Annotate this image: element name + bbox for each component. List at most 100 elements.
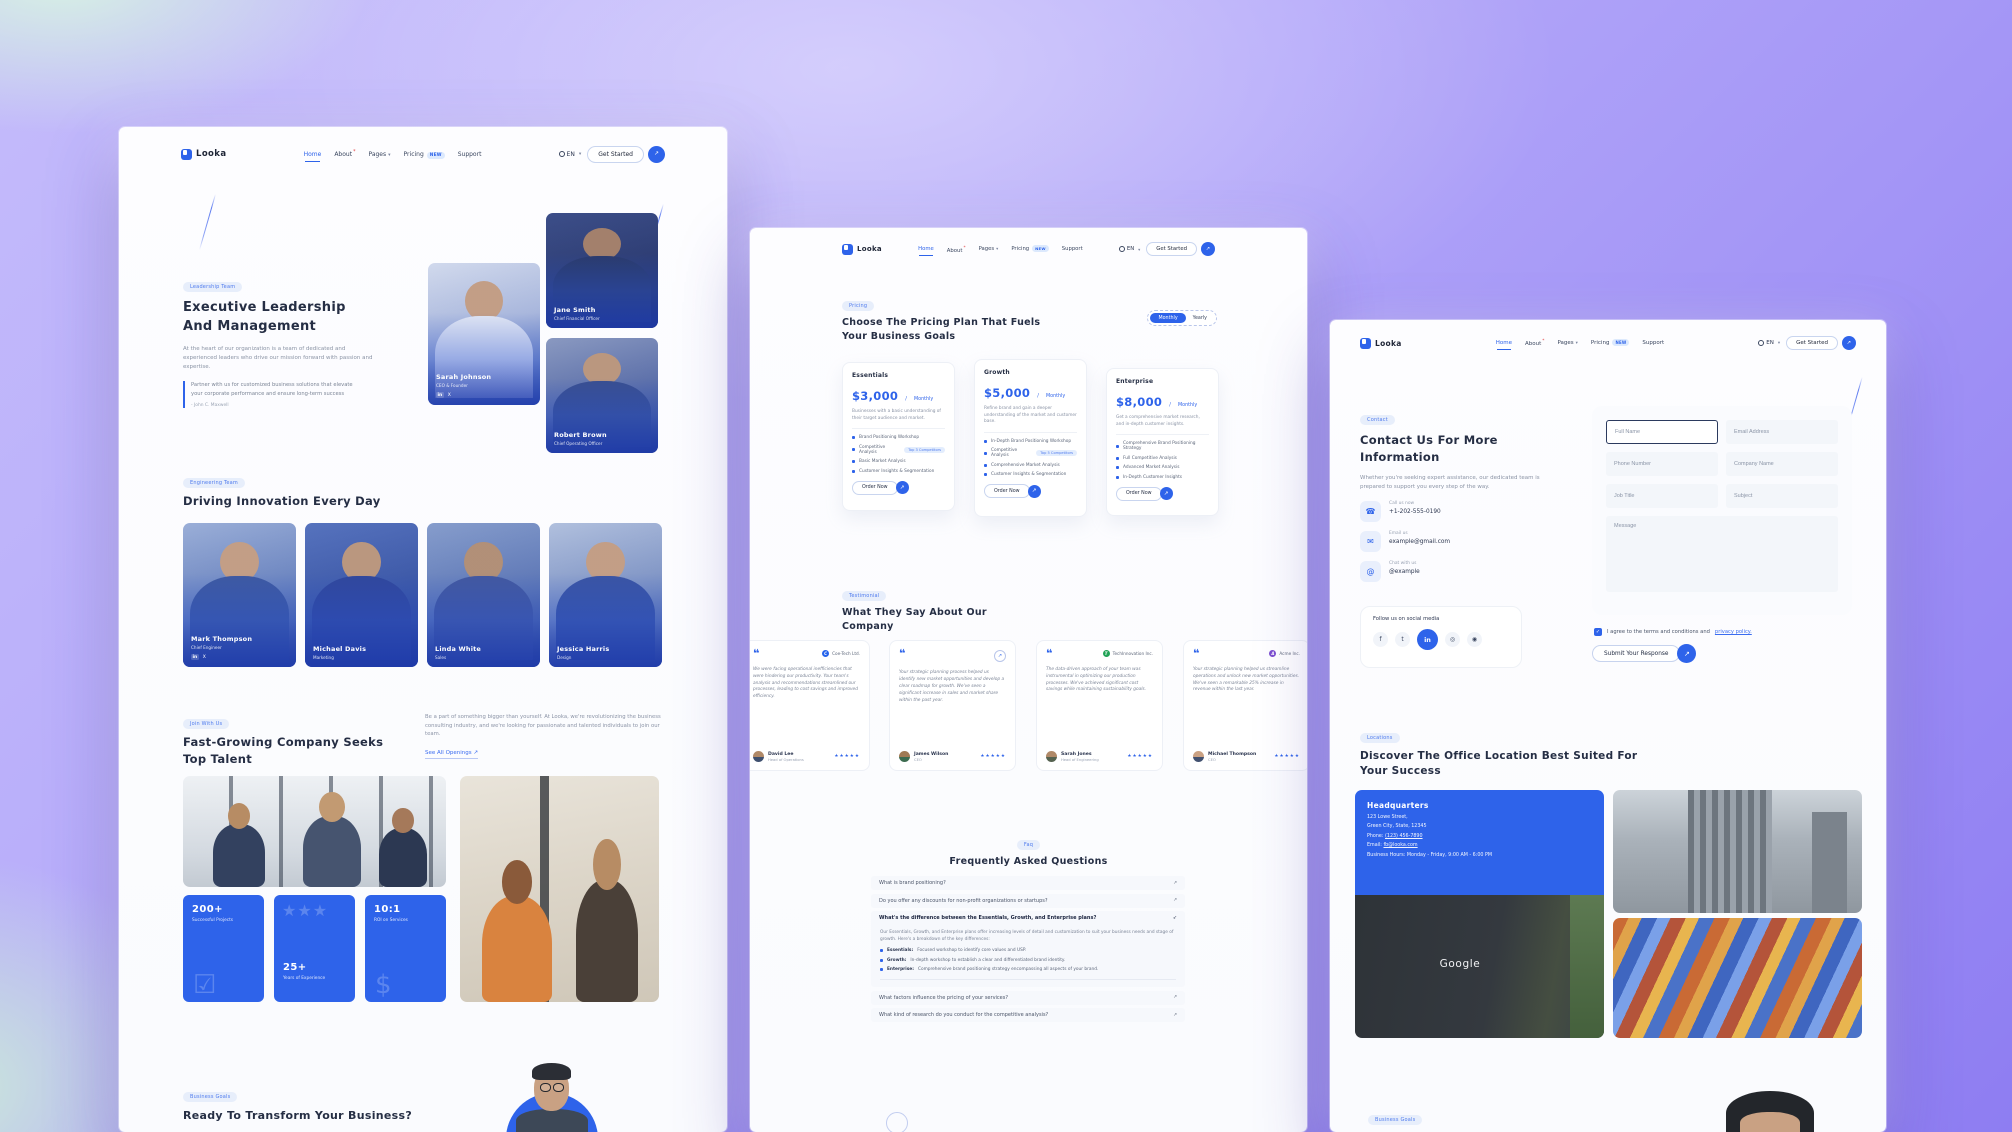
faq-item-expanded[interactable]: What's the difference between the Essent… xyxy=(871,911,1185,925)
order-now-button[interactable]: Order Now xyxy=(852,481,898,495)
language-selector[interactable]: EN▾ xyxy=(1119,246,1140,252)
team-card[interactable]: Mark Thompson Chief Engineer inX xyxy=(183,523,296,667)
new-badge: NEW xyxy=(1032,245,1049,252)
get-started-button[interactable]: Get Started xyxy=(1146,242,1197,256)
email-field[interactable] xyxy=(1726,420,1838,444)
testimonial-text: Your strategic planning process helped u… xyxy=(899,670,1006,704)
get-started-button[interactable]: Get Started xyxy=(587,146,644,163)
partial-logo-circle xyxy=(886,1112,908,1132)
team-card[interactable]: Robert Brown Chief Operating Officer xyxy=(546,338,658,453)
nav-item-home[interactable]: Home xyxy=(304,151,322,158)
phone-field[interactable] xyxy=(1606,452,1718,476)
instagram-icon[interactable]: ◎ xyxy=(1445,632,1460,647)
nav-item-support[interactable]: Support xyxy=(1062,246,1083,252)
arrow-circle-button[interactable]: ↗ xyxy=(896,481,909,494)
get-started-button[interactable]: Get Started xyxy=(1786,336,1838,350)
nav-item-about[interactable]: About* xyxy=(1525,339,1544,347)
member-role: Chief Engineer xyxy=(191,645,252,650)
language-selector[interactable]: EN▾ xyxy=(1758,340,1780,346)
nav-item-pricing[interactable]: PricingNEW xyxy=(1591,340,1630,346)
faq-item[interactable]: What is brand positioning?↗ xyxy=(871,876,1185,890)
linkedin-icon[interactable]: in xyxy=(1417,629,1438,650)
privacy-policy-link[interactable]: privacy policy. xyxy=(1715,629,1752,635)
arrow-circle-button[interactable]: ↗ xyxy=(1028,485,1041,498)
billing-toggle[interactable]: Monthly Yearly xyxy=(1147,310,1217,326)
navbar: Looka Home About* Pages▾ PricingNEW Supp… xyxy=(750,228,1307,270)
section-badge: Business Goals xyxy=(183,1092,237,1102)
logo[interactable]: Looka xyxy=(842,244,882,255)
x-icon[interactable]: X xyxy=(203,655,206,660)
x-icon[interactable]: X xyxy=(448,393,451,398)
testimonial-card: ❝ ↗ Your strategic planning process help… xyxy=(889,640,1016,771)
nav-item-pricing[interactable]: PricingNEW xyxy=(404,151,445,158)
section-title: Contact Us For More Information xyxy=(1360,432,1545,465)
member-name: Michael Davis xyxy=(313,645,366,653)
team-card[interactable]: Jessica Harris Design xyxy=(549,523,662,667)
method-value[interactable]: +1-202-555-0190 xyxy=(1389,509,1441,515)
logo[interactable]: Looka xyxy=(181,149,226,160)
arrow-circle-button[interactable]: ↗ xyxy=(1842,336,1856,350)
nav-item-pricing[interactable]: PricingNEW xyxy=(1011,246,1048,252)
submit-button[interactable]: Submit Your Response xyxy=(1592,645,1680,662)
logo[interactable]: Looka xyxy=(1360,338,1402,349)
agree-checkbox[interactable]: ✓ xyxy=(1594,628,1602,636)
linkedin-icon[interactable]: in xyxy=(191,654,199,660)
carousel-arrow-button[interactable]: ↗ xyxy=(994,650,1006,662)
toggle-yearly[interactable]: Yearly xyxy=(1186,313,1214,323)
language-selector[interactable]: EN▾ xyxy=(559,151,582,158)
nav-menu: Home About* Pages▾ PricingNEW Support xyxy=(304,150,482,158)
nav-item-support[interactable]: Support xyxy=(1642,340,1664,346)
nav-item-pages[interactable]: Pages▾ xyxy=(979,246,999,252)
order-now-button[interactable]: Order Now xyxy=(984,484,1030,498)
nav-item-about[interactable]: About* xyxy=(947,245,966,254)
office-email-link[interactable]: fb@looka.com xyxy=(1383,843,1417,848)
see-all-openings-link[interactable]: See All Openings ↗ xyxy=(425,750,478,759)
arrow-circle-button[interactable]: ↗ xyxy=(1677,644,1696,663)
nav-item-support[interactable]: Support xyxy=(458,151,482,158)
facebook-icon[interactable]: f xyxy=(1373,632,1388,647)
nav-item-home[interactable]: Home xyxy=(1496,340,1512,346)
nav-pages-label: Pages xyxy=(368,151,386,158)
nav-item-about[interactable]: About* xyxy=(334,150,355,158)
navbar: Looka Home About* Pages▾ PricingNEW Supp… xyxy=(119,127,727,181)
section-description: Whether you're seeking expert assistance… xyxy=(1360,474,1565,492)
method-value[interactable]: @example xyxy=(1389,569,1420,575)
chevron-down-icon: ▾ xyxy=(388,153,390,158)
section-badge: Testimonial xyxy=(842,591,886,601)
job-title-field[interactable] xyxy=(1606,484,1718,508)
arrow-circle-button[interactable]: ↗ xyxy=(1160,487,1173,500)
twitter-icon[interactable]: t xyxy=(1395,632,1410,647)
quote-block: Partner with us for customized business … xyxy=(183,381,363,408)
section-title: Choose The Pricing Plan That Fuels Your … xyxy=(842,316,1062,344)
message-field[interactable] xyxy=(1606,516,1838,592)
method-value[interactable]: example@gmail.com xyxy=(1389,539,1450,545)
toggle-monthly[interactable]: Monthly xyxy=(1150,313,1185,323)
faq-answer: Our Essentials, Growth, and Enterprise p… xyxy=(871,925,1185,987)
quote-icon: ❝ xyxy=(753,650,759,659)
subject-field[interactable] xyxy=(1726,484,1838,508)
plan-price: $3,000 xyxy=(852,389,898,403)
order-now-button[interactable]: Order Now xyxy=(1116,487,1162,501)
office-phone-link[interactable]: (123) 456-7890 xyxy=(1385,834,1423,839)
nav-pages-label: Pages xyxy=(979,246,995,252)
nav-item-pages[interactable]: Pages▾ xyxy=(368,151,390,158)
team-card[interactable]: Michael Davis Marketing xyxy=(305,523,418,667)
nav-pricing-label: Pricing xyxy=(404,151,424,158)
nav-item-pages[interactable]: Pages▾ xyxy=(1557,340,1577,346)
full-name-field[interactable] xyxy=(1606,420,1718,444)
team-card[interactable]: Jane Smith Chief Financial Officer xyxy=(546,213,658,328)
linkedin-icon[interactable]: in xyxy=(436,392,444,398)
faq-item[interactable]: What factors influence the pricing of yo… xyxy=(871,991,1185,1005)
team-card[interactable]: Sarah Johnson CEO & Founder inX xyxy=(428,263,540,405)
quote-icon: ❝ xyxy=(1046,650,1052,659)
contact-method: ☎ Call us now +1-202-555-0190 xyxy=(1360,501,1580,522)
arrow-circle-button[interactable]: ↗ xyxy=(648,146,665,163)
team-card[interactable]: Linda White Sales xyxy=(427,523,540,667)
arrow-circle-button[interactable]: ↗ xyxy=(1201,242,1215,256)
nav-item-home[interactable]: Home xyxy=(918,246,934,252)
faq-item[interactable]: Do you offer any discounts for non-profi… xyxy=(871,894,1185,908)
company-field[interactable] xyxy=(1726,452,1838,476)
faq-item[interactable]: What kind of research do you conduct for… xyxy=(871,1008,1185,1022)
dribbble-icon[interactable]: ◉ xyxy=(1467,632,1482,647)
nav-right: EN▾ Get Started ↗ xyxy=(1119,242,1215,256)
